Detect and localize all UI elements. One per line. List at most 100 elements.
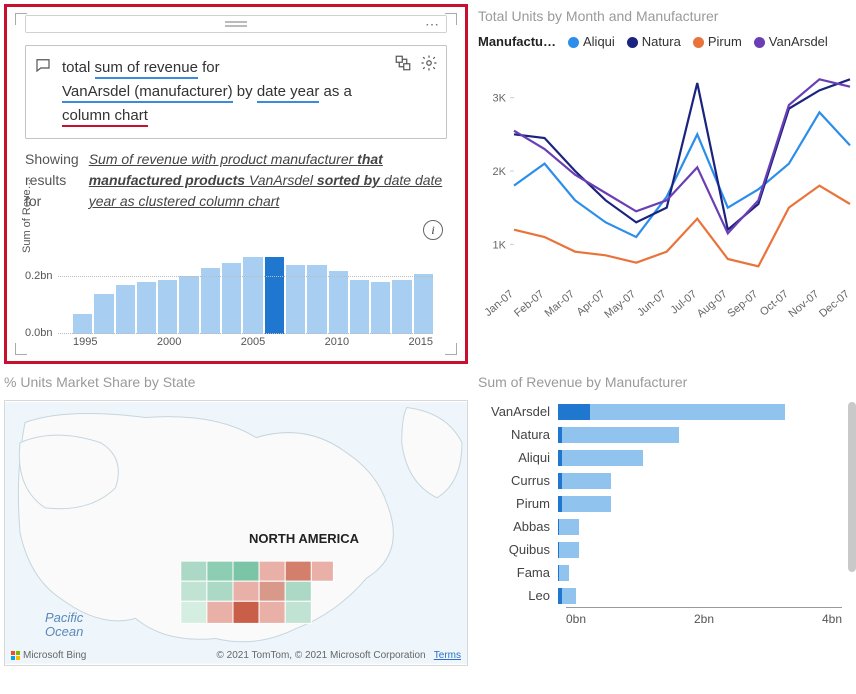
convert-visual-icon[interactable] bbox=[394, 54, 412, 72]
hbar-bar[interactable] bbox=[558, 542, 579, 558]
hbar-row[interactable]: Leo bbox=[478, 584, 842, 607]
qna-text: total bbox=[62, 59, 95, 76]
hbar-row[interactable]: Natura bbox=[478, 423, 842, 446]
column-bar[interactable] bbox=[73, 314, 92, 334]
shape-map[interactable]: NORTH AMERICA PacificOcean Microsoft Bin… bbox=[4, 400, 468, 666]
hbar-category-label: Quibus bbox=[478, 542, 558, 557]
hbar-title: Sum of Revenue by Manufacturer bbox=[478, 374, 842, 390]
column-bar-highlight[interactable] bbox=[265, 257, 284, 334]
map-title: % Units Market Share by State bbox=[4, 374, 468, 390]
hbar-row[interactable]: Quibus bbox=[478, 538, 842, 561]
line-chart-title: Total Units by Month and Manufacturer bbox=[478, 8, 856, 24]
line-series-Aliqui[interactable] bbox=[514, 112, 850, 237]
hbar-chart[interactable]: VanArsdel Natura Aliqui Currus Pirum Abbas Qui… bbox=[478, 400, 842, 607]
hbar-bar[interactable] bbox=[558, 473, 611, 489]
hbar-bar-highlight bbox=[558, 473, 562, 489]
hbar-category-label: Leo bbox=[478, 588, 558, 603]
qna-text: as a bbox=[319, 83, 352, 100]
legend-swatch-icon bbox=[568, 37, 579, 48]
legend-item[interactable]: Aliqui bbox=[568, 34, 615, 49]
column-bar[interactable] bbox=[137, 282, 156, 334]
svg-text:Feb-07: Feb-07 bbox=[512, 288, 546, 320]
y-tick: 0.2bn bbox=[25, 270, 57, 282]
column-bar[interactable] bbox=[179, 276, 198, 334]
column-chart-x-axis: 1995 2000 2005 2010 2015 bbox=[73, 336, 433, 348]
hbar-bar[interactable] bbox=[558, 427, 679, 443]
x-tick: 2015 bbox=[409, 336, 433, 348]
column-bar[interactable] bbox=[158, 280, 177, 334]
svg-text:Aug-07: Aug-07 bbox=[695, 288, 730, 320]
svg-text:Nov-07: Nov-07 bbox=[786, 288, 821, 320]
hbar-bar-highlight bbox=[558, 565, 559, 581]
hbar-category-label: Aliqui bbox=[478, 450, 558, 465]
line-chart-legend: Manufactu… Aliqui Natura Pirum VanArsdel bbox=[478, 34, 856, 49]
svg-text:2K: 2K bbox=[493, 166, 507, 178]
visual-drag-header[interactable]: ⋯ bbox=[25, 15, 447, 33]
legend-item[interactable]: VanArsdel bbox=[754, 34, 828, 49]
column-bar[interactable] bbox=[371, 282, 390, 334]
hbar-bar[interactable] bbox=[558, 565, 569, 581]
resize-handle-bl[interactable] bbox=[15, 343, 27, 355]
gear-icon[interactable] bbox=[420, 54, 438, 72]
column-chart[interactable]: 0.2bn 0.0bn bbox=[73, 248, 433, 334]
hbar-row[interactable]: Abbas bbox=[478, 515, 842, 538]
drag-handle-icon bbox=[225, 21, 247, 27]
hbar-row[interactable]: Pirum bbox=[478, 492, 842, 515]
hbar-bar-highlight bbox=[558, 519, 559, 535]
column-bar[interactable] bbox=[94, 294, 113, 334]
qna-token-visual-type: column chart bbox=[62, 107, 148, 127]
column-bar[interactable] bbox=[243, 257, 262, 334]
y-tick: 0.0bn bbox=[25, 327, 57, 339]
column-bar[interactable] bbox=[350, 280, 369, 334]
hbar-bar[interactable] bbox=[558, 450, 643, 466]
column-bar[interactable] bbox=[116, 285, 135, 334]
hbar-x-axis: 0bn 2bn 4bn bbox=[566, 607, 842, 626]
column-bar[interactable] bbox=[329, 271, 348, 334]
legend-swatch-icon bbox=[754, 37, 765, 48]
legend-swatch-icon bbox=[693, 37, 704, 48]
restate-label: Showing bbox=[25, 151, 79, 167]
hbar-category-label: Abbas bbox=[478, 519, 558, 534]
hbar-bar[interactable] bbox=[558, 404, 785, 420]
map-tile[interactable]: % Units Market Share by State bbox=[4, 374, 468, 674]
line-series-Natura[interactable] bbox=[514, 79, 850, 229]
svg-text:3K: 3K bbox=[493, 93, 507, 105]
legend-item[interactable]: Pirum bbox=[693, 34, 742, 49]
legend-item[interactable]: Natura bbox=[627, 34, 681, 49]
map-continent-label: NORTH AMERICA bbox=[249, 531, 359, 546]
x-tick: 2005 bbox=[241, 336, 265, 348]
hbar-bar[interactable] bbox=[558, 519, 579, 535]
resize-handle-br[interactable] bbox=[445, 343, 457, 355]
qna-visual-tile[interactable]: ⋯ total sum of revenue for VanArsdel (ma… bbox=[4, 4, 468, 364]
scrollbar-thumb[interactable] bbox=[848, 402, 856, 572]
svg-text:Sep-07: Sep-07 bbox=[725, 288, 760, 320]
hbar-category-label: VanArsdel bbox=[478, 404, 558, 419]
hbar-row[interactable]: Aliqui bbox=[478, 446, 842, 469]
hbar-bar[interactable] bbox=[558, 588, 576, 604]
column-bar[interactable] bbox=[222, 263, 241, 334]
svg-text:Dec-07: Dec-07 bbox=[817, 288, 852, 320]
info-icon[interactable]: i bbox=[423, 220, 443, 240]
more-options-icon[interactable]: ⋯ bbox=[425, 16, 440, 33]
map-terms-link[interactable]: Terms bbox=[434, 650, 461, 661]
line-series-Pirum[interactable] bbox=[514, 186, 850, 267]
column-bar[interactable] bbox=[201, 268, 220, 334]
x-tick: 1995 bbox=[73, 336, 97, 348]
svg-text:Jun-07: Jun-07 bbox=[635, 288, 668, 319]
qna-question-input[interactable]: total sum of revenue for VanArsdel (manu… bbox=[25, 45, 447, 139]
hbar-category-label: Natura bbox=[478, 427, 558, 442]
hbar-row[interactable]: Fama bbox=[478, 561, 842, 584]
hbar-bar[interactable] bbox=[558, 496, 611, 512]
hbar-bar-highlight bbox=[558, 404, 590, 420]
hbar-tile[interactable]: Sum of Revenue by Manufacturer VanArsdel… bbox=[478, 374, 856, 674]
column-bar[interactable] bbox=[392, 280, 411, 334]
svg-text:Oct-07: Oct-07 bbox=[758, 288, 791, 318]
hbar-row[interactable]: Currus bbox=[478, 469, 842, 492]
hbar-bar-highlight bbox=[558, 542, 559, 558]
restate-text: Sum of revenue with product manufacturer… bbox=[89, 149, 447, 212]
line-chart-tile[interactable]: Total Units by Month and Manufacturer Ma… bbox=[478, 4, 856, 364]
line-chart[interactable]: 3K2K1K Jan-07Feb-07Mar-07Apr-07May-07Jun… bbox=[478, 55, 856, 323]
column-bar[interactable] bbox=[414, 274, 433, 334]
hbar-row[interactable]: VanArsdel bbox=[478, 400, 842, 423]
hbar-category-label: Pirum bbox=[478, 496, 558, 511]
